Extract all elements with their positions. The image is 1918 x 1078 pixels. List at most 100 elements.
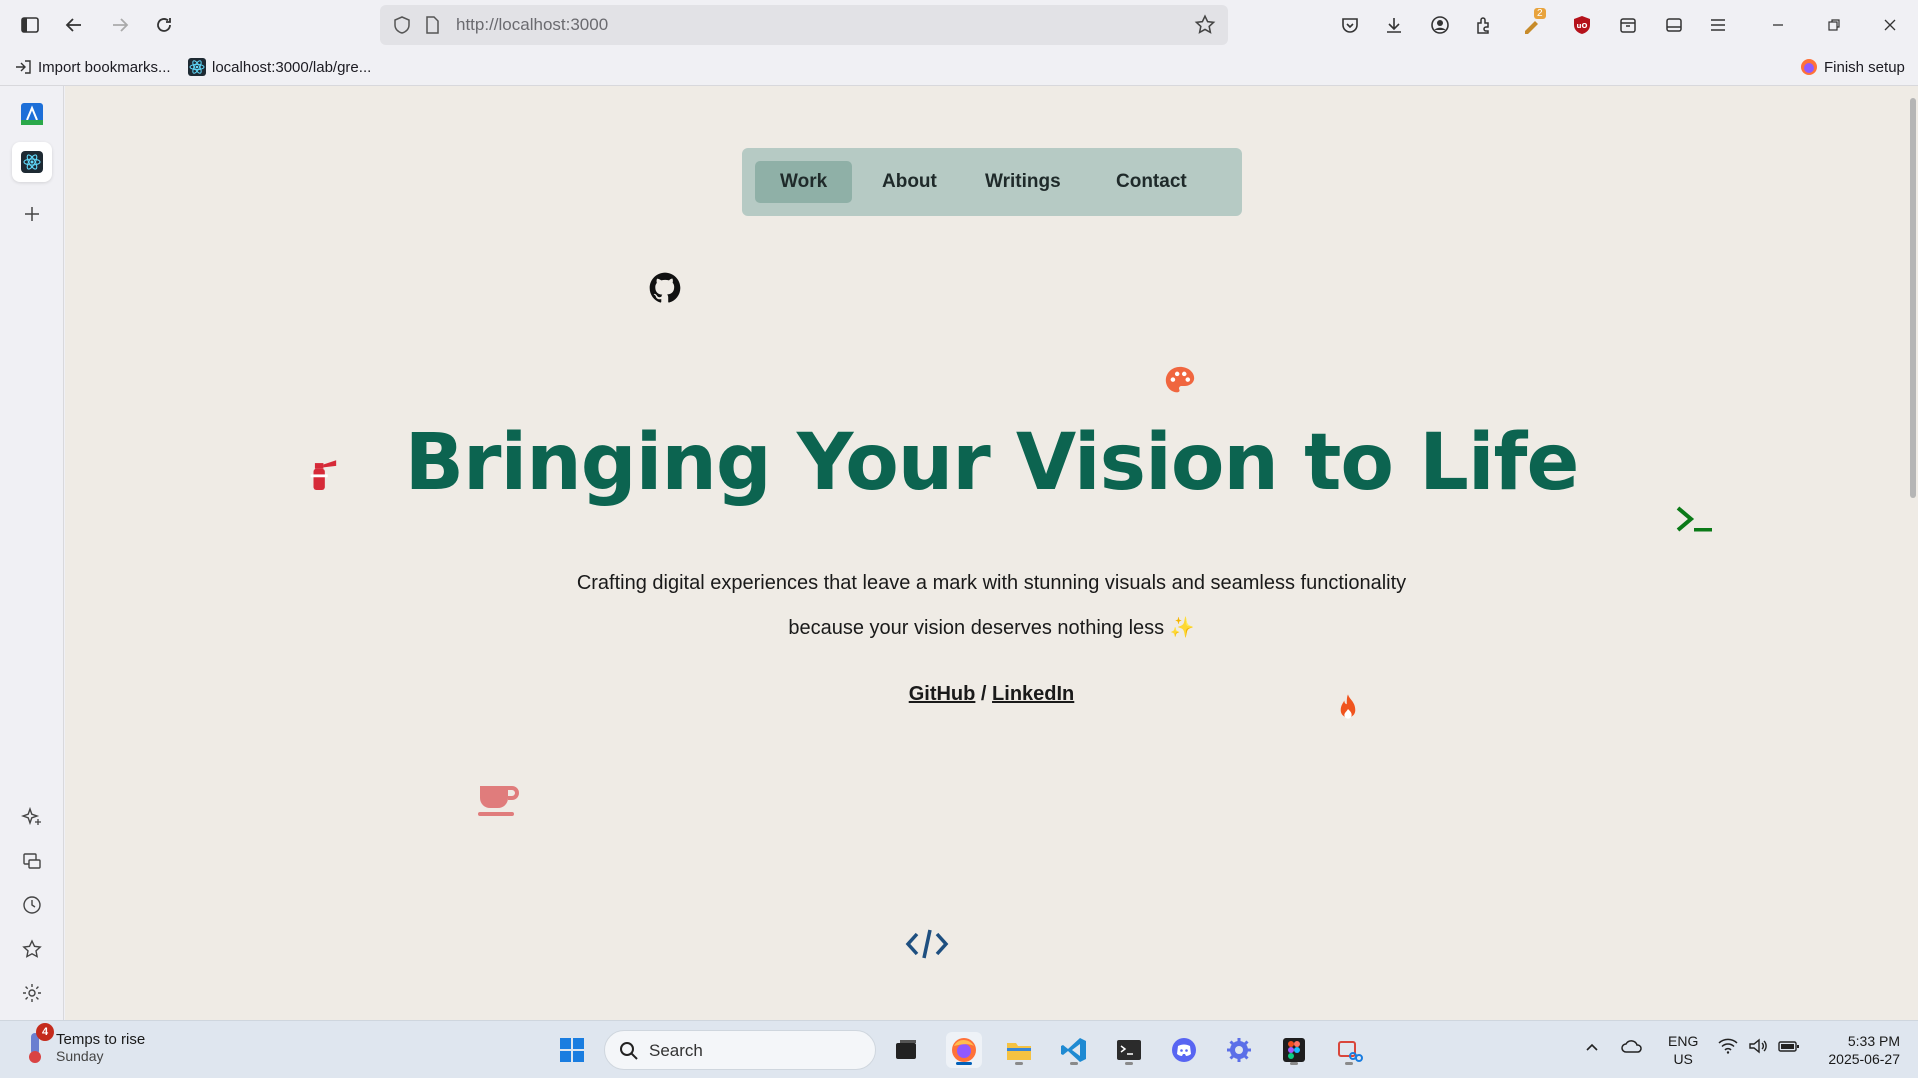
synced-tabs-icon[interactable] [18, 847, 46, 875]
task-view-icon [896, 1040, 916, 1059]
discord-icon [1172, 1038, 1196, 1062]
settings-gear-icon[interactable] [18, 979, 46, 1007]
running-indicator [1070, 1062, 1078, 1065]
nav-item-contact[interactable]: Contact [1091, 161, 1212, 203]
linkedin-link[interactable]: LinkedIn [992, 683, 1074, 705]
tracking-protection-icon[interactable] [392, 15, 412, 35]
terminal-icon [1676, 506, 1712, 532]
github-link[interactable]: GitHub [909, 683, 976, 705]
bookmarks-bar: Import bookmarks... localhost:3000/lab/g… [0, 50, 1918, 86]
taskbar-figma[interactable] [1276, 1032, 1312, 1068]
language-line1: ENG [1668, 1033, 1699, 1049]
language-line2: US [1673, 1051, 1693, 1067]
running-indicator [1125, 1062, 1133, 1065]
import-icon [16, 60, 31, 74]
sidebar-app-icon[interactable] [18, 100, 46, 128]
system-status[interactable] [1718, 1038, 1800, 1054]
hero-title: Bringing Your Vision to Life [404, 418, 1580, 508]
bookmark-import[interactable]: Import bookmarks... [14, 58, 171, 76]
battery-icon [1778, 1041, 1799, 1052]
onedrive-icon[interactable] [1620, 1038, 1644, 1059]
bookmark-star-icon[interactable] [1194, 14, 1216, 36]
menu-icon[interactable] [1704, 11, 1732, 39]
palette-icon [1165, 366, 1195, 393]
sidebar-toggle-icon[interactable] [16, 11, 44, 39]
wifi-icon [1718, 1038, 1738, 1054]
taskbar-search[interactable]: Search [604, 1030, 876, 1070]
extension-notes-icon[interactable]: 2 [1518, 8, 1546, 39]
close-icon[interactable] [1876, 11, 1904, 39]
minimize-icon[interactable] [1764, 11, 1792, 39]
taskbar-settings-app[interactable] [1221, 1032, 1257, 1068]
vscode-icon [1061, 1038, 1086, 1062]
link-separator: / [975, 683, 993, 705]
clock[interactable]: 5:33 PM 2025-06-27 [1818, 1032, 1900, 1068]
container-tabs-icon[interactable] [1614, 11, 1642, 39]
bookmark-label: localhost:3000/lab/gre... [212, 58, 372, 76]
code-icon [905, 929, 949, 959]
extensions-icon[interactable] [1470, 11, 1498, 39]
nav-item-writings[interactable]: Writings [960, 161, 1086, 203]
browser-toolbar: http://localhost:3000 2 uO [0, 0, 1918, 50]
url-text[interactable]: http://localhost:3000 [456, 15, 608, 35]
clock-date: 2025-06-27 [1828, 1051, 1900, 1067]
terminal-app-icon [1117, 1040, 1141, 1060]
ai-sparkle-icon[interactable] [18, 803, 46, 831]
search-placeholder: Search [649, 1041, 703, 1060]
nav-item-about[interactable]: About [857, 161, 962, 203]
taskbar-snipping-tool[interactable] [1331, 1032, 1367, 1068]
ublock-icon[interactable]: uO [1568, 11, 1596, 39]
back-icon[interactable] [60, 11, 88, 39]
running-indicator [956, 1062, 972, 1065]
taskbar-vscode[interactable] [1056, 1032, 1092, 1068]
url-bar[interactable]: http://localhost:3000 [380, 5, 1228, 45]
taskbar-terminal[interactable] [1111, 1032, 1147, 1068]
weather-widget[interactable]: 4 Temps to rise Sunday [22, 1023, 146, 1065]
bookmarks-icon[interactable] [18, 935, 46, 963]
forward-icon[interactable] [106, 11, 134, 39]
sidebar-add-icon[interactable] [18, 200, 46, 228]
start-button[interactable] [554, 1032, 590, 1068]
taskbar-discord[interactable] [1166, 1032, 1202, 1068]
bookmark-localhost[interactable]: localhost:3000/lab/gre... [188, 58, 371, 76]
gear-icon [1227, 1038, 1251, 1062]
language-indicator[interactable]: ENG US [1668, 1032, 1698, 1068]
reload-icon[interactable] [150, 11, 178, 39]
history-icon[interactable] [18, 891, 46, 919]
pocket-icon[interactable] [1336, 11, 1364, 39]
clock-time: 5:33 PM [1847, 1033, 1900, 1049]
restore-icon[interactable] [1820, 11, 1848, 39]
taskbar-file-explorer[interactable] [1001, 1032, 1037, 1068]
coffee-icon [478, 786, 519, 816]
hero-subtitle-line2: because your vision deserves nothing les… [788, 617, 1195, 639]
thermometer-icon: 4 [22, 1023, 54, 1065]
task-view-button[interactable] [888, 1032, 924, 1068]
downloads-icon[interactable] [1380, 11, 1408, 39]
figma-icon [1283, 1038, 1305, 1062]
windows-taskbar: 4 Temps to rise Sunday Search ENG US 5:3… [0, 1020, 1918, 1078]
weather-subtitle: Sunday [56, 1047, 104, 1064]
taskbar-firefox[interactable] [946, 1032, 982, 1068]
sidebar-react-icon[interactable] [12, 142, 52, 182]
browser-sidebar [0, 86, 64, 1020]
bookmark-label: Import bookmarks... [38, 58, 171, 76]
account-icon[interactable] [1426, 11, 1454, 39]
running-indicator [1290, 1062, 1298, 1065]
react-icon [188, 58, 206, 76]
folder-icon [1007, 1043, 1031, 1060]
svg-text:uO: uO [1577, 22, 1588, 30]
firefox-icon [952, 1038, 976, 1062]
finish-setup-button[interactable]: Finish setup [1800, 58, 1905, 76]
page-info-icon[interactable] [422, 15, 442, 35]
running-indicator [1015, 1062, 1023, 1065]
nav-item-work[interactable]: Work [755, 161, 853, 203]
github-icon [649, 272, 681, 303]
sidebar-panel-icon[interactable] [1660, 11, 1688, 39]
social-links: GitHub / LinkedIn [65, 683, 1918, 706]
page-content: Work About Writings Contact Bringing You… [65, 86, 1918, 1020]
snipping-icon [1338, 1041, 1363, 1062]
show-hidden-icons[interactable] [1584, 1039, 1600, 1060]
weather-badge: 4 [36, 1023, 54, 1041]
weather-title: Temps to rise [56, 1030, 146, 1048]
firefox-icon [1801, 59, 1817, 75]
